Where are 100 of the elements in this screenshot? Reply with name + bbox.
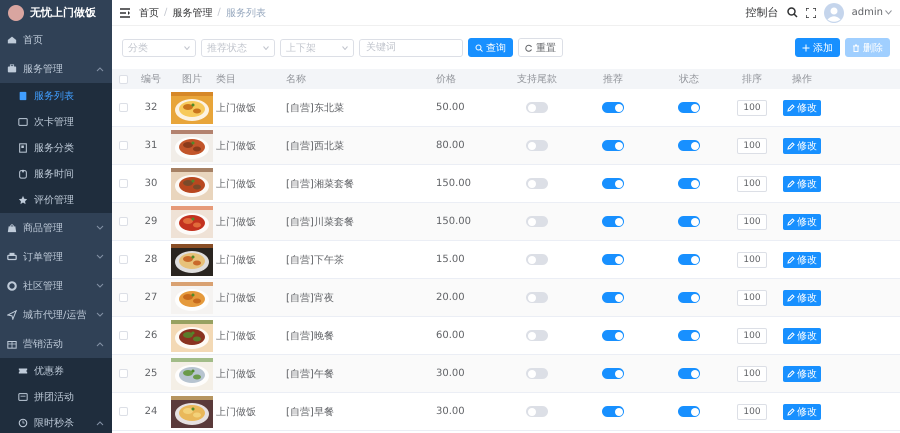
fullscreen-icon[interactable] [806,8,816,18]
row-checkbox[interactable] [118,293,128,302]
sort-field[interactable]: 100 [737,252,767,268]
select-all-checkbox[interactable] [118,74,128,84]
edit-button[interactable]: 修改 [783,366,821,382]
reset-button[interactable]: 重置 [518,38,563,57]
edit-button[interactable]: 修改 [783,252,821,268]
caret-up-icon [96,340,104,346]
submenu-item[interactable]: 限时秒杀 [0,410,112,433]
row-checkbox[interactable] [118,179,128,188]
toggle-switch[interactable] [678,330,700,341]
edit-button[interactable]: 修改 [783,404,821,420]
toggle-switch[interactable] [678,406,700,417]
sort-field[interactable]: 100 [737,404,767,420]
row-checkbox[interactable] [118,407,128,416]
row-checkbox[interactable] [118,369,128,378]
toggle-switch[interactable] [602,368,624,379]
toggle-switch[interactable] [526,178,548,189]
toggle-switch[interactable] [678,140,700,151]
sort-field[interactable]: 100 [737,214,767,230]
toggle-switch[interactable] [678,178,700,189]
table-cell-text: 上门做饭 [216,292,257,304]
breadcrumb-link[interactable]: 服务管理 [172,6,212,20]
menu-toggle-icon[interactable] [120,8,131,18]
sidebar-item[interactable]: 商品管理 [0,213,112,242]
table-cell: 31 [144,140,158,151]
user-menu[interactable]: admin [852,7,892,18]
search-icon[interactable] [786,7,798,18]
row-checkbox[interactable] [118,331,128,340]
toggle-switch[interactable] [678,292,700,303]
sort-field[interactable]: 100 [737,290,767,306]
table-cell-text: 50.00 [436,102,466,113]
toggle-switch[interactable] [602,406,624,417]
toggle-switch[interactable] [526,292,548,303]
table-cell-text: 80.00 [436,140,466,151]
submenu-item[interactable]: 优惠券 [0,358,112,384]
sort-field[interactable]: 100 [737,176,767,192]
sort-field[interactable]: 100 [737,366,767,382]
toggle-switch[interactable] [602,178,624,189]
column-header: 状态 [679,72,699,86]
search-button[interactable]: 查询 [468,38,513,57]
add-button[interactable]: 添加 [795,38,840,57]
table-cell-text: 150.00 [436,178,472,189]
keyword-field[interactable]: 关键词 [359,38,463,56]
sidebar-item[interactable]: 首页 [0,25,112,54]
menu-icon [18,143,28,153]
toggle-switch[interactable] [526,368,548,379]
toggle-switch[interactable] [526,216,548,227]
toggle-switch[interactable] [678,254,700,265]
table-cell-text: [自营]湘菜套餐 [286,178,355,190]
table-cell-text: 上门做饭 [216,216,257,228]
toggle-switch[interactable] [602,140,624,151]
toggle-switch[interactable] [678,368,700,379]
edit-button[interactable]: 修改 [783,176,821,192]
row-checkbox[interactable] [118,141,128,150]
breadcrumb-link[interactable]: 首页 [139,6,159,20]
edit-button[interactable]: 修改 [783,214,821,230]
sidebar-item[interactable]: 营销活动 [0,329,112,358]
table-cell: 30 [144,178,158,189]
row-checkbox[interactable] [118,103,128,112]
column-header: 操作 [792,73,812,86]
pencil-icon [787,104,795,112]
toggle-switch[interactable] [526,330,548,341]
edit-button[interactable]: 修改 [783,100,821,116]
sidebar-item[interactable]: 服务管理 [0,54,112,83]
sidebar-item[interactable]: 订单管理 [0,242,112,271]
toggle-switch[interactable] [602,254,624,265]
edit-button[interactable]: 修改 [783,138,821,154]
toggle-switch[interactable] [602,330,624,341]
sidebar-item[interactable]: 城市代理/运营 [0,300,112,329]
row-checkbox[interactable] [118,255,128,264]
submenu-item[interactable]: 服务时间 [0,161,112,187]
sort-field[interactable]: 100 [737,328,767,344]
toggle-switch[interactable] [602,102,624,113]
sort-field[interactable]: 100 [737,138,767,154]
edit-button[interactable]: 修改 [783,290,821,306]
refresh-icon [525,44,533,52]
toggle-switch[interactable] [526,102,548,113]
edit-button[interactable]: 修改 [783,328,821,344]
submenu-item[interactable]: 服务分类 [0,135,112,161]
table-cell-text: 15.00 [436,254,466,265]
submenu-item[interactable]: 拼团活动 [0,384,112,410]
toggle-switch[interactable] [602,216,624,227]
toggle-switch[interactable] [678,216,700,227]
toggle-switch[interactable] [526,254,548,265]
toggle-switch[interactable] [678,102,700,113]
pencil-icon [787,218,795,226]
table-cell-text: [自营]早餐 [286,406,335,418]
sidebar-item[interactable]: 社区管理 [0,271,112,300]
submenu-item[interactable]: 次卡管理 [0,109,112,135]
console-link[interactable]: 控制台 [746,5,779,20]
toggle-switch[interactable] [526,140,548,151]
sort-field[interactable]: 100 [737,100,767,116]
toggle-switch[interactable] [602,292,624,303]
submenu-item[interactable]: 服务列表 [0,83,112,109]
toggle-switch[interactable] [526,406,548,417]
table-cell-text: 上门做饭 [216,178,257,190]
app-title: 无忧上门做饭 [30,5,96,20]
row-checkbox[interactable] [118,217,128,226]
submenu-item[interactable]: 评价管理 [0,187,112,213]
